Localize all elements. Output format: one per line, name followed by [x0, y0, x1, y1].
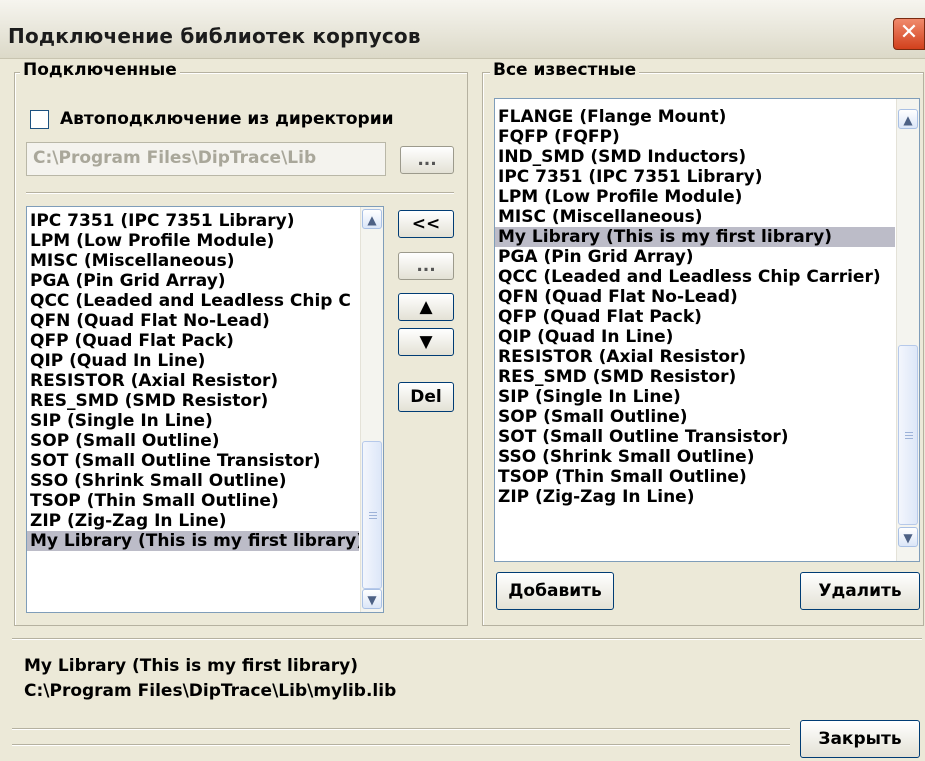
- list-item[interactable]: LPM (Low Profile Module): [495, 187, 895, 207]
- list-item[interactable]: My Library (This is my first library): [27, 531, 359, 551]
- list-item[interactable]: PGA (Pin Grid Array): [27, 271, 359, 291]
- separator: [26, 192, 454, 193]
- scroll-down-icon[interactable]: ▼: [362, 589, 382, 609]
- connected-legend: Подключенные: [20, 60, 180, 80]
- list-item[interactable]: QCC (Leaded and Leadless Chip Carrier): [495, 267, 895, 287]
- list-item[interactable]: TSOP (Thin Small Outline): [495, 467, 895, 487]
- delete-button[interactable]: Del: [398, 382, 454, 412]
- known-items: FLANGE (Flange Mount) FQFP (FQFP) IND_SMD …: [495, 107, 895, 507]
- list-item[interactable]: QIP (Quad In Line): [27, 351, 359, 371]
- list-item[interactable]: RESISTOR (Axial Resistor): [27, 371, 359, 391]
- list-item[interactable]: SOT (Small Outline Transistor): [495, 427, 895, 447]
- list-item[interactable]: QIP (Quad In Line): [495, 327, 895, 347]
- list-item[interactable]: SOT (Small Outline Transistor): [27, 451, 359, 471]
- list-item[interactable]: PGA (Pin Grid Array): [495, 247, 895, 267]
- autoconnect-checkbox[interactable]: [30, 110, 49, 129]
- list-item[interactable]: QFP (Quad Flat Pack): [27, 331, 359, 351]
- move-down-button[interactable]: ▼: [398, 328, 454, 356]
- move-up-button[interactable]: ▲: [398, 293, 454, 321]
- list-item[interactable]: RESISTOR (Axial Resistor): [495, 347, 895, 367]
- list-item[interactable]: RES_SMD (SMD Resistor): [495, 367, 895, 387]
- list-item[interactable]: My Library (This is my first library): [495, 227, 895, 247]
- connected-items: IPC 7351 (IPC 7351 Library) LPM (Low Prof…: [27, 211, 359, 551]
- scroll-down-icon[interactable]: ▼: [898, 527, 918, 547]
- selected-library-name: My Library (This is my first library): [24, 656, 358, 676]
- info-separator: [12, 638, 922, 639]
- list-item[interactable]: SOP (Small Outline): [495, 407, 895, 427]
- list-item[interactable]: SOP (Small Outline): [27, 431, 359, 451]
- scroll-thumb[interactable]: [898, 345, 918, 525]
- scroll-up-icon[interactable]: ▲: [898, 109, 918, 129]
- connected-library-list[interactable]: IPC 7351 (IPC 7351 Library) LPM (Low Prof…: [26, 206, 384, 613]
- close-window-button[interactable]: ✕: [893, 18, 925, 50]
- list-item[interactable]: ZIP (Zig-Zag In Line): [495, 487, 895, 507]
- list-item[interactable]: TSOP (Thin Small Outline): [27, 491, 359, 511]
- known-scrollbar[interactable]: ▲ ▼: [896, 99, 919, 561]
- selected-library-path: C:\Program Files\DipTrace\Lib\mylib.lib: [24, 681, 397, 701]
- list-item[interactable]: ZIP (Zig-Zag In Line): [27, 511, 359, 531]
- list-item[interactable]: SSO (Shrink Small Outline): [495, 447, 895, 467]
- arrow-up-icon: ▲: [419, 297, 433, 317]
- remove-library-button[interactable]: Удалить: [800, 572, 920, 610]
- list-item[interactable]: IPC 7351 (IPC 7351 Library): [27, 211, 359, 231]
- footer-line-2: [12, 744, 790, 745]
- list-item[interactable]: IPC 7351 (IPC 7351 Library): [495, 167, 895, 187]
- window-title: Подключение библиотек корпусов: [8, 24, 421, 48]
- list-item[interactable]: SIP (Single In Line): [495, 387, 895, 407]
- edit-library-button[interactable]: ...: [398, 252, 454, 280]
- list-item[interactable]: RES_SMD (SMD Resistor): [27, 391, 359, 411]
- arrow-down-icon: ▼: [419, 332, 433, 352]
- list-item[interactable]: IND_SMD (SMD Inductors): [495, 147, 895, 167]
- scroll-up-icon[interactable]: ▲: [362, 209, 382, 229]
- scroll-thumb[interactable]: [362, 441, 382, 589]
- footer-line-1: [12, 728, 790, 729]
- browse-directory-button[interactable]: ...: [400, 146, 454, 174]
- title-bar: Подключение библиотек корпусов ✕: [0, 0, 925, 59]
- list-item[interactable]: QFN (Quad Flat No-Lead): [27, 311, 359, 331]
- list-item[interactable]: QFN (Quad Flat No-Lead): [495, 287, 895, 307]
- known-library-list[interactable]: FLANGE (Flange Mount) FQFP (FQFP) IND_SMD …: [494, 98, 920, 562]
- close-dialog-button[interactable]: Закрыть: [800, 720, 920, 758]
- add-library-button[interactable]: Добавить: [496, 572, 614, 610]
- directory-field[interactable]: C:\Program Files\DipTrace\Lib: [26, 142, 386, 176]
- list-item[interactable]: QCC (Leaded and Leadless Chip C: [27, 291, 359, 311]
- list-item[interactable]: FQFP (FQFP): [495, 127, 895, 147]
- list-item[interactable]: MISC (Miscellaneous): [495, 207, 895, 227]
- autoconnect-label: Автоподключение из директории: [60, 109, 394, 129]
- connected-scrollbar[interactable]: ▲ ▼: [360, 207, 383, 612]
- add-to-connected-button[interactable]: <<: [398, 210, 454, 238]
- list-item[interactable]: SIP (Single In Line): [27, 411, 359, 431]
- list-item[interactable]: SSO (Shrink Small Outline): [27, 471, 359, 491]
- list-item[interactable]: FLANGE (Flange Mount): [495, 107, 895, 127]
- list-item[interactable]: MISC (Miscellaneous): [27, 251, 359, 271]
- known-legend: Все известные: [490, 60, 640, 80]
- list-item[interactable]: QFP (Quad Flat Pack): [495, 307, 895, 327]
- list-item[interactable]: LPM (Low Profile Module): [27, 231, 359, 251]
